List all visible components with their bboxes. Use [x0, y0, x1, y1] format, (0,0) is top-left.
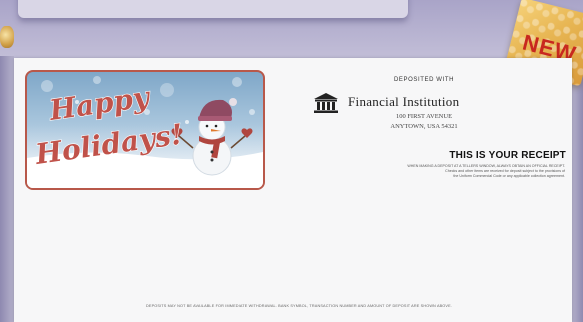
receipt-disclaimer: WHEN MAKING A DEPOSIT AT A TELLERS WINDO…: [297, 164, 565, 180]
deposited-with-label: DEPOSITED WITH: [393, 77, 455, 83]
disclaimer-line-3: the Uniform Commercial Code or any appli…: [453, 174, 565, 179]
deposit-receipt: Happy Holidays! DEPOSITED WITH Financial…: [14, 58, 572, 322]
holiday-greeting-image: Happy Holidays!: [25, 70, 265, 190]
address-line-1: 100 FIRST AVENUE: [395, 113, 453, 120]
background-left-edge: [0, 56, 14, 322]
ornament-decoration: [0, 26, 14, 48]
receipt-title: THIS IS YOUR RECEIPT: [449, 150, 566, 161]
background-right-edge: [572, 56, 583, 322]
greeting-line-1: Happy: [46, 80, 152, 127]
snowman-scene: Happy Holidays!: [27, 76, 263, 188]
bank-address: 100 FIRST AVENUE ANYTOWN, USA 54321: [354, 112, 494, 132]
background-card: [18, 0, 408, 18]
address-line-2: ANYTOWN, USA 54321: [390, 123, 458, 130]
receipt-footer-notice: DEPOSITS MAY NOT BE AVAILABLE FOR IMMEDI…: [146, 304, 452, 308]
bank-header: Financial Institution: [312, 90, 572, 114]
bank-building-icon: [314, 93, 338, 113]
bank-name: Financial Institution: [348, 94, 460, 109]
